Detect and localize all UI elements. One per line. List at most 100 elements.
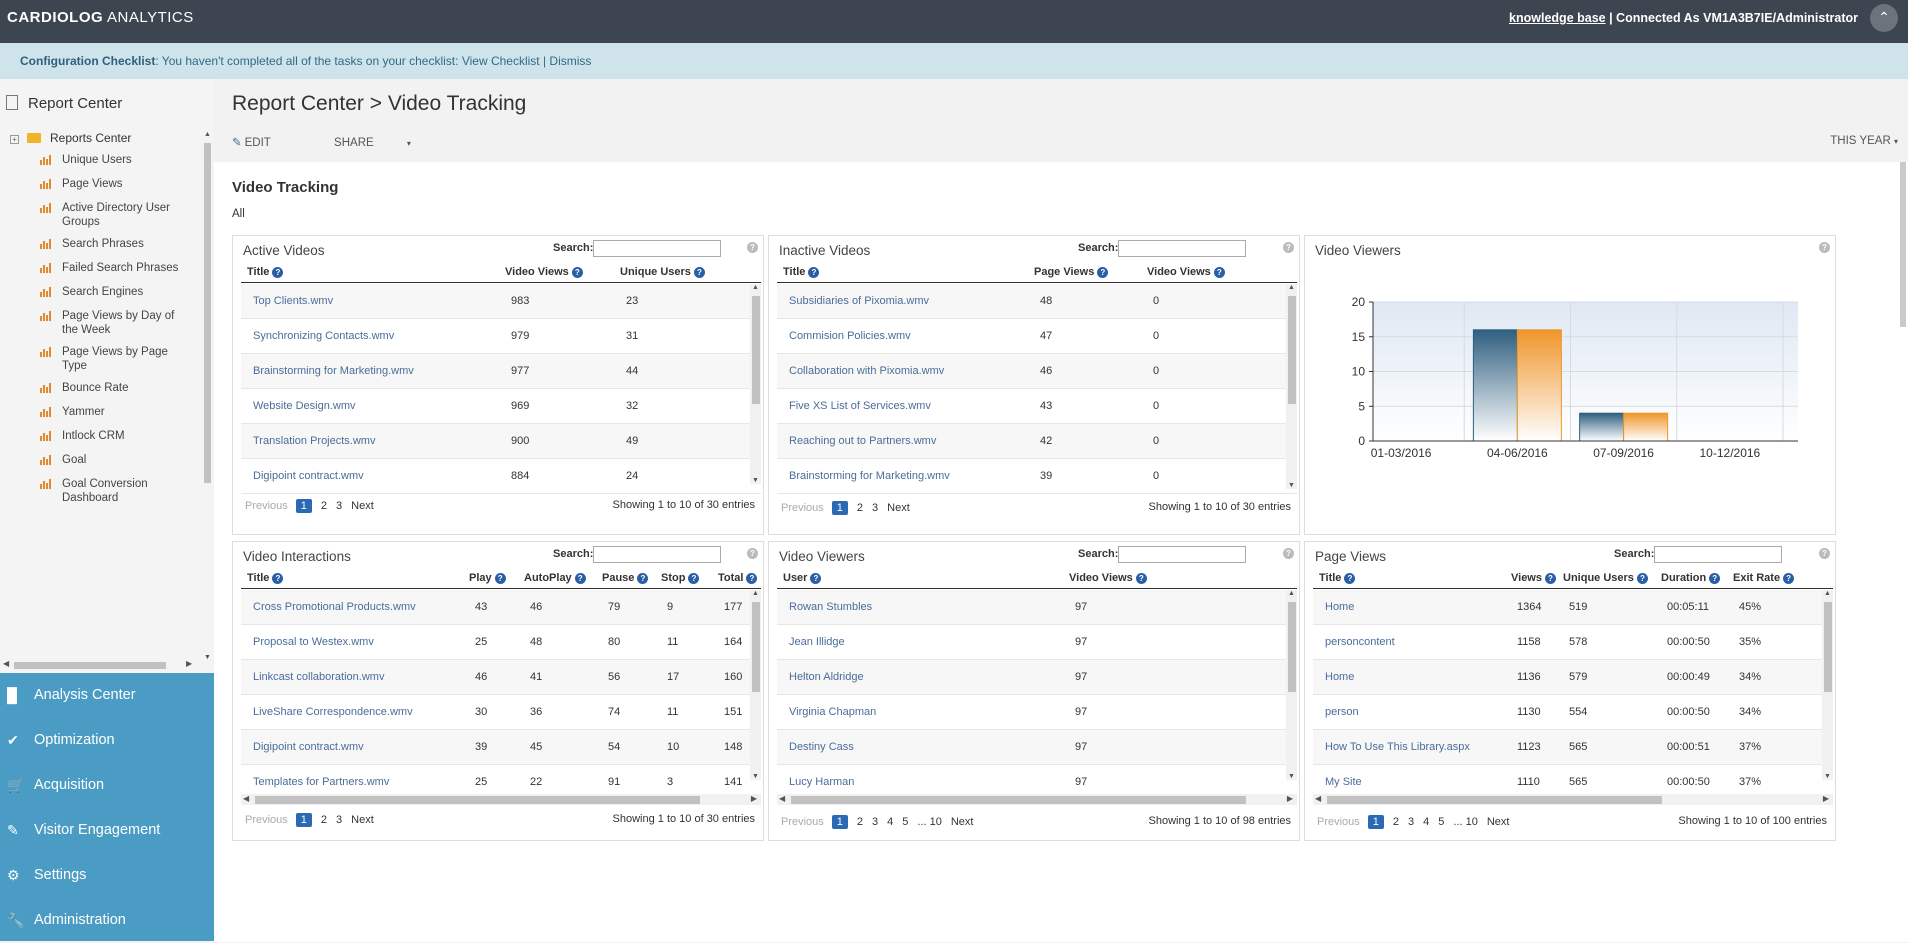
- page-number-button[interactable]: 3: [872, 816, 878, 828]
- page-number-button[interactable]: 2: [321, 814, 327, 826]
- previous-button[interactable]: Previous: [781, 816, 824, 828]
- next-button[interactable]: Next: [951, 816, 974, 828]
- nav-item[interactable]: ⚙ Settings: [0, 853, 214, 898]
- main-vertical-scrollbar[interactable]: [1896, 162, 1908, 942]
- page-number-button[interactable]: 1: [831, 815, 848, 829]
- page-number-button[interactable]: 1: [295, 813, 312, 827]
- help-icon[interactable]: ?: [637, 573, 649, 584]
- help-icon[interactable]: ?: [272, 267, 284, 278]
- next-button[interactable]: Next: [351, 500, 374, 512]
- column-header[interactable]: Views?: [1511, 572, 1556, 584]
- help-icon[interactable]: ?: [272, 573, 284, 584]
- page-number-button[interactable]: 3: [872, 502, 878, 514]
- row-link[interactable]: Digipoint contract.wmv: [253, 741, 364, 753]
- table-vertical-scrollbar[interactable]: ▲ ▼: [1286, 284, 1297, 489]
- page-number-button[interactable]: 1: [295, 499, 312, 513]
- sidebar-report-item[interactable]: Active Directory User Groups: [40, 201, 190, 229]
- row-link[interactable]: Digipoint contract.wmv: [253, 470, 364, 482]
- row-link[interactable]: Proposal to Westex.wmv: [253, 636, 374, 648]
- page-number-button[interactable]: 2: [321, 500, 327, 512]
- column-header[interactable]: AutoPlay?: [524, 572, 586, 584]
- column-header[interactable]: Duration?: [1661, 572, 1721, 584]
- help-icon[interactable]: ?: [746, 573, 758, 584]
- help-icon[interactable]: ?: [688, 573, 700, 584]
- row-link[interactable]: Synchronizing Contacts.wmv: [253, 330, 394, 342]
- column-header[interactable]: Title?: [247, 266, 284, 278]
- page-number-button[interactable]: 1: [831, 501, 848, 515]
- sidebar-report-item[interactable]: Unique Users: [40, 153, 190, 167]
- dismiss-link[interactable]: Dismiss: [549, 54, 591, 68]
- row-link[interactable]: person: [1325, 706, 1359, 718]
- page-number-button[interactable]: 2: [1393, 816, 1399, 828]
- sidebar-report-item[interactable]: Page Views: [40, 177, 190, 191]
- help-icon[interactable]: ?: [574, 573, 586, 584]
- previous-button[interactable]: Previous: [245, 500, 288, 512]
- column-header[interactable]: User?: [783, 572, 822, 584]
- row-link[interactable]: Home: [1325, 671, 1354, 683]
- table-horizontal-scrollbar[interactable]: ◀ ▶: [1313, 794, 1833, 805]
- search-input[interactable]: [1118, 546, 1246, 563]
- row-link[interactable]: Rowan Stumbles: [789, 601, 872, 613]
- help-icon[interactable]: ?: [747, 242, 758, 253]
- help-icon[interactable]: ?: [1213, 267, 1225, 278]
- help-icon[interactable]: ?: [1135, 573, 1147, 584]
- page-number-button[interactable]: 1: [1367, 815, 1384, 829]
- help-icon[interactable]: ?: [571, 267, 583, 278]
- row-link[interactable]: Commision Policies.wmv: [789, 330, 911, 342]
- help-icon[interactable]: ?: [1283, 242, 1294, 253]
- brand-logo[interactable]: CARDIOLOG ANALYTICS: [7, 9, 194, 26]
- column-header[interactable]: Title?: [247, 572, 284, 584]
- sidebar-report-item[interactable]: Goal Conversion Dashboard: [40, 477, 190, 505]
- row-link[interactable]: Brainstorming for Marketing.wmv: [253, 365, 414, 377]
- column-header[interactable]: Play?: [469, 572, 506, 584]
- row-link[interactable]: Virginia Chapman: [789, 706, 876, 718]
- page-number-button[interactable]: 5: [902, 816, 908, 828]
- sidebar-report-item[interactable]: Search Phrases: [40, 237, 190, 251]
- nav-item[interactable]: 🔧 Administration: [0, 898, 214, 943]
- help-icon[interactable]: ?: [494, 573, 506, 584]
- page-number-button[interactable]: 10: [1466, 816, 1478, 828]
- page-number-button[interactable]: 3: [336, 500, 342, 512]
- sidebar-horizontal-scrollbar[interactable]: ◀ ▶: [0, 659, 198, 671]
- filter-all[interactable]: All: [232, 208, 245, 220]
- previous-button[interactable]: Previous: [781, 502, 824, 514]
- sidebar-report-item[interactable]: Yammer: [40, 405, 190, 419]
- column-header[interactable]: Video Views?: [1147, 266, 1225, 278]
- help-icon[interactable]: ?: [1709, 573, 1721, 584]
- table-vertical-scrollbar[interactable]: ▲ ▼: [750, 590, 761, 780]
- row-link[interactable]: Linkcast collaboration.wmv: [253, 671, 384, 683]
- column-header[interactable]: Pause?: [602, 572, 649, 584]
- table-horizontal-scrollbar[interactable]: ◀ ▶: [777, 794, 1297, 805]
- previous-button[interactable]: Previous: [1317, 816, 1360, 828]
- column-header[interactable]: Page Views?: [1034, 266, 1109, 278]
- search-input[interactable]: [1654, 546, 1782, 563]
- row-link[interactable]: How To Use This Library.aspx: [1325, 741, 1470, 753]
- table-vertical-scrollbar[interactable]: ▲ ▼: [750, 284, 761, 484]
- row-link[interactable]: Cross Promotional Products.wmv: [253, 601, 416, 613]
- column-header[interactable]: Video Views?: [1069, 572, 1147, 584]
- column-header[interactable]: Unique Users?: [620, 266, 705, 278]
- help-icon[interactable]: ?: [1283, 548, 1294, 559]
- page-number-button[interactable]: 2: [857, 502, 863, 514]
- sidebar-report-item[interactable]: Bounce Rate: [40, 381, 190, 395]
- date-range-dropdown[interactable]: THIS YEAR ▾: [1830, 135, 1898, 147]
- help-icon[interactable]: ?: [747, 548, 758, 559]
- table-horizontal-scrollbar[interactable]: ◀ ▶: [241, 794, 761, 805]
- next-button[interactable]: Next: [1487, 816, 1510, 828]
- next-button[interactable]: Next: [887, 502, 910, 514]
- row-link[interactable]: LiveShare Correspondence.wmv: [253, 706, 413, 718]
- row-link[interactable]: personcontent: [1325, 636, 1395, 648]
- table-vertical-scrollbar[interactable]: ▲ ▼: [1822, 590, 1833, 780]
- column-header[interactable]: Title?: [783, 266, 820, 278]
- row-link[interactable]: Destiny Cass: [789, 741, 854, 753]
- knowledge-base-link[interactable]: knowledge base: [1509, 11, 1606, 25]
- page-number-button[interactable]: 2: [857, 816, 863, 828]
- row-link[interactable]: Website Design.wmv: [253, 400, 356, 412]
- search-input[interactable]: [593, 240, 721, 257]
- row-link[interactable]: Reaching out to Partners.wmv: [789, 435, 936, 447]
- row-link[interactable]: Subsidiaries of Pixomia.wmv: [789, 295, 929, 307]
- sidebar-report-item[interactable]: Page Views by Day of the Week: [40, 309, 190, 337]
- row-link[interactable]: Helton Aldridge: [789, 671, 864, 683]
- nav-item[interactable]: ✎ Visitor Engagement: [0, 808, 214, 853]
- help-icon[interactable]: ?: [693, 267, 705, 278]
